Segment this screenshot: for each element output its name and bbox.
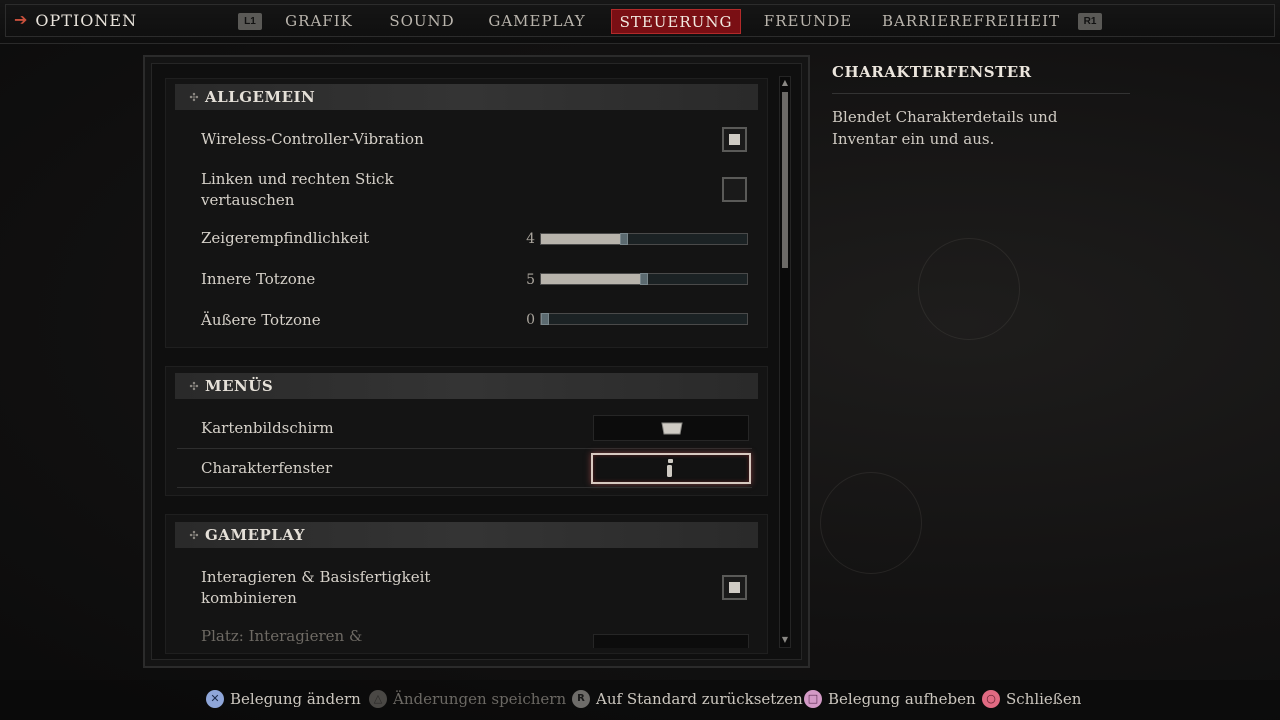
slider-fill [541, 274, 640, 284]
label-line: kombinieren [201, 589, 297, 607]
slider-value-inner-deadzone: 5 [526, 272, 535, 288]
square-button-icon: □ [804, 690, 822, 708]
hint-remove-binding[interactable]: □ Belegung aufheben [804, 690, 976, 708]
hint-label: Belegung aufheben [828, 690, 976, 708]
checkbox-vibration[interactable] [722, 127, 747, 152]
binding-map-screen[interactable] [593, 415, 749, 441]
section-allgemein [165, 78, 768, 348]
info-divider [832, 93, 1130, 94]
row-divider [177, 448, 752, 449]
hint-label: Schließen [1006, 690, 1082, 708]
section-header-allgemein: ✣ ALLGEMEIN [175, 84, 758, 110]
binding-character-window[interactable] [591, 453, 751, 484]
setting-label-outer-deadzone: Äußere Totzone [201, 311, 321, 329]
cross-button-icon: ✕ [206, 690, 224, 708]
hint-label: Änderungen speichern [393, 690, 567, 708]
section-title: MENÜS [205, 377, 274, 395]
checkbox-combine-interact[interactable] [722, 575, 747, 600]
setting-label-pointer-sensitivity: Zeigerempfindlichkeit [201, 229, 370, 247]
setting-label-combine-interact: Interagieren & Basisfertigkeit kombinier… [201, 567, 430, 609]
hint-save-changes[interactable]: △ Änderungen speichern [369, 690, 566, 708]
slider-pointer-sensitivity[interactable] [540, 233, 748, 245]
hint-change-binding[interactable]: ✕ Belegung ändern [206, 690, 361, 708]
circle-button-icon: ○ [982, 690, 1000, 708]
background-sigil [918, 238, 1020, 340]
r3-button-icon: R [572, 690, 590, 708]
setting-label-character-window: Charakterfenster [201, 459, 333, 477]
label-line: vertauschen [201, 191, 295, 209]
hint-label: Belegung ändern [230, 690, 361, 708]
setting-label-map-screen: Kartenbildschirm [201, 419, 334, 437]
setting-label-inner-deadzone: Innere Totzone [201, 270, 316, 288]
binding-place-interact[interactable] [593, 634, 749, 648]
options-button-icon [667, 459, 673, 477]
scroll-up-icon[interactable]: ▲ [779, 77, 791, 89]
checkbox-swap-sticks[interactable] [722, 177, 747, 202]
hint-reset-default[interactable]: R Auf Standard zurücksetzen [572, 690, 803, 708]
section-header-gameplay: ✣ GAMEPLAY [175, 522, 758, 548]
setting-label-place-interact: Platz: Interagieren & [201, 627, 363, 645]
slider-inner-deadzone[interactable] [540, 273, 748, 285]
back-arrow-icon: ➔ [14, 10, 28, 29]
setting-label-swap-sticks: Linken und rechten Stick vertauschen [201, 169, 394, 211]
slider-fill [541, 234, 620, 244]
slider-value-outer-deadzone: 0 [526, 312, 535, 328]
tab-sound[interactable]: SOUND [382, 9, 462, 34]
setting-label-vibration: Wireless-Controller-Vibration [201, 130, 424, 148]
slider-outer-deadzone[interactable] [540, 313, 748, 325]
r1-bumper-icon: R1 [1078, 13, 1102, 30]
back-label: OPTIONEN [35, 10, 138, 30]
scrollbar-thumb[interactable] [782, 92, 788, 268]
slider-knob[interactable] [640, 273, 648, 285]
l1-bumper-icon: L1 [238, 13, 262, 30]
section-title: GAMEPLAY [205, 526, 305, 544]
hint-close[interactable]: ○ Schließen [982, 690, 1081, 708]
info-title: CHARAKTERFENSTER [832, 63, 1032, 81]
section-diamond-icon: ✣ [189, 528, 199, 542]
scroll-down-icon[interactable]: ▼ [779, 634, 791, 646]
tab-grafik[interactable]: GRAFIK [278, 9, 360, 34]
tab-freunde[interactable]: FREUNDE [758, 9, 858, 34]
section-diamond-icon: ✣ [189, 90, 199, 104]
tab-barrierefreiheit[interactable]: BARRIEREFREIHEIT [878, 9, 1064, 34]
background-sigil [820, 472, 922, 574]
slider-knob[interactable] [541, 313, 549, 325]
hint-label: Auf Standard zurücksetzen [596, 690, 803, 708]
tab-gameplay[interactable]: GAMEPLAY [481, 9, 593, 34]
row-divider [177, 487, 752, 488]
touchpad-icon [661, 422, 683, 435]
tab-steuerung[interactable]: STEUERUNG [611, 9, 741, 34]
slider-value-pointer-sensitivity: 4 [526, 231, 535, 247]
label-line: Linken und rechten Stick [201, 170, 394, 188]
triangle-button-icon: △ [369, 690, 387, 708]
slider-knob[interactable] [620, 233, 628, 245]
top-nav-bar: ➔ OPTIONEN L1 GRAFIK SOUND GAMEPLAY STEU… [0, 0, 1280, 44]
section-diamond-icon: ✣ [189, 379, 199, 393]
section-header-menus: ✣ MENÜS [175, 373, 758, 399]
section-title: ALLGEMEIN [205, 88, 316, 106]
label-line: Interagieren & Basisfertigkeit [201, 568, 431, 586]
back-button[interactable]: ➔ OPTIONEN [14, 10, 137, 30]
info-description: Blendet Charakterdetails und Inventar ei… [832, 108, 1058, 148]
